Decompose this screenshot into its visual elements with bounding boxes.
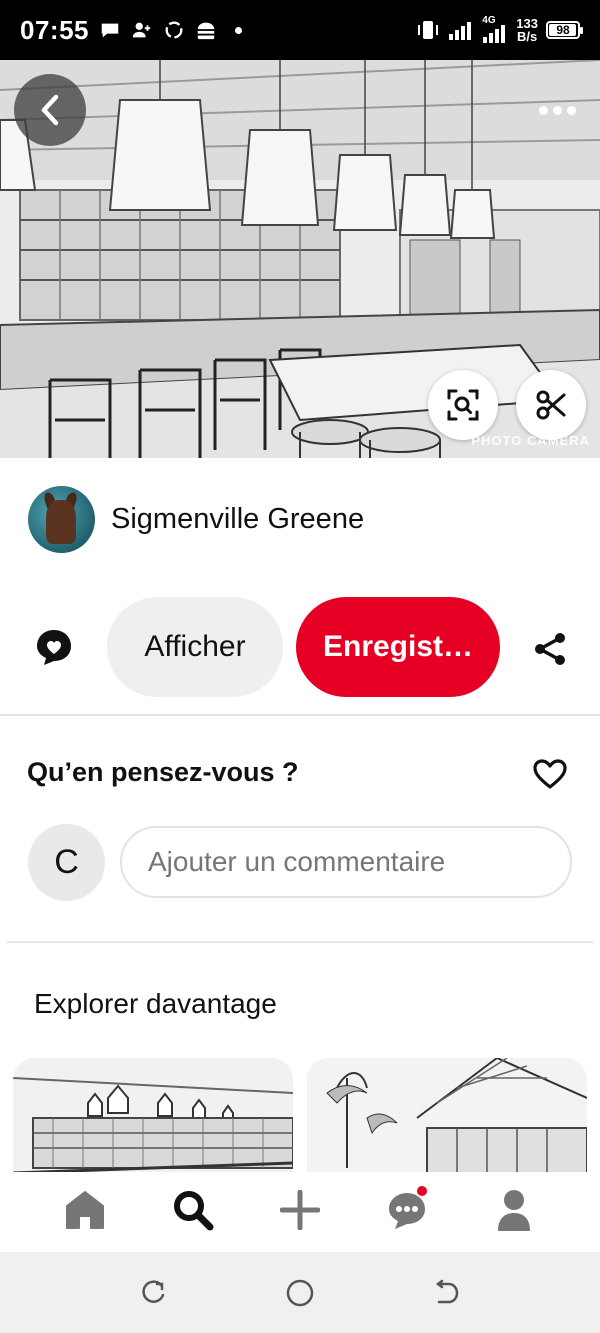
restaurant-sketch-image	[0, 60, 600, 458]
status-more-dot	[235, 26, 242, 34]
react-button[interactable]	[530, 754, 570, 794]
status-right-group: 4G 133 B/s 98	[416, 15, 583, 44]
pin-image[interactable]: PHOTO CAMERA	[0, 60, 600, 458]
more-dots-icon	[538, 105, 548, 115]
creator-avatar[interactable]	[28, 486, 95, 553]
comment-input[interactable]: Ajouter un commentaire	[120, 826, 572, 898]
chevron-left-icon	[41, 94, 59, 126]
sync-icon	[165, 21, 183, 39]
share-icon	[535, 633, 565, 665]
search-icon	[174, 1191, 214, 1231]
creator-name[interactable]: Sigmenville Greene	[111, 503, 364, 536]
status-notification-icons	[99, 19, 242, 41]
scissors-icon	[536, 390, 566, 420]
recent-apps-button[interactable]	[138, 1278, 168, 1308]
status-time: 07:55	[20, 14, 89, 45]
related-pin-image	[307, 1058, 587, 1172]
heart-icon	[533, 759, 567, 789]
add-contact-icon	[132, 22, 151, 38]
cutout-button[interactable]	[516, 370, 586, 440]
related-pin[interactable]	[307, 1058, 587, 1172]
view-button[interactable]: Afficher	[107, 597, 283, 697]
notification-dot	[417, 1186, 427, 1196]
signal-icon	[449, 22, 472, 40]
network-speed: 133 B/s	[516, 16, 538, 44]
pin-actions: Afficher Enregist…	[0, 597, 600, 697]
system-home-button[interactable]	[285, 1278, 315, 1308]
vibrate-icon	[418, 21, 439, 39]
nav-messages[interactable]	[383, 1186, 431, 1234]
signal-4g-icon: 4G	[482, 15, 508, 43]
plus-icon	[280, 1190, 320, 1230]
creator-profile[interactable]: Sigmenville Greene	[28, 486, 364, 553]
image-watermark: PHOTO CAMERA	[471, 433, 590, 448]
explore-heading: Explorer davantage	[34, 988, 277, 1019]
comment-bubble-icon	[37, 630, 71, 665]
more-options-button[interactable]	[532, 90, 582, 130]
visual-search-button[interactable]	[428, 370, 498, 440]
recent-apps-icon	[142, 1280, 165, 1303]
circle-home-icon	[286, 1279, 314, 1307]
battery-icon: 98	[546, 21, 583, 39]
related-pin[interactable]	[13, 1058, 293, 1172]
message-notification-icon	[101, 23, 119, 38]
nav-search[interactable]	[169, 1186, 217, 1234]
back-button[interactable]	[14, 74, 86, 146]
share-button[interactable]	[528, 627, 572, 671]
explore-grid	[0, 1058, 600, 1172]
back-arrow-icon	[435, 1279, 459, 1304]
nav-profile[interactable]	[490, 1186, 538, 1234]
section-divider	[0, 714, 600, 716]
section-divider-2	[7, 941, 593, 943]
bottom-navigation	[0, 1172, 600, 1252]
nav-create[interactable]	[276, 1186, 324, 1234]
comment-button[interactable]	[30, 623, 78, 671]
battery-level: 98	[556, 23, 570, 37]
user-avatar: C	[28, 824, 105, 901]
nav-home[interactable]	[61, 1186, 109, 1234]
home-icon	[66, 1191, 104, 1229]
burger-app-icon	[197, 22, 215, 40]
comments-heading: Qu’en pensez-vous ?	[27, 757, 299, 787]
system-back-button[interactable]	[432, 1278, 462, 1308]
visual-search-icon	[447, 389, 479, 421]
messages-icon	[389, 1193, 425, 1229]
profile-icon	[498, 1190, 530, 1231]
save-button[interactable]: Enregist…	[296, 597, 500, 697]
status-bar: 07:55 4G 133 B/s 98	[0, 0, 600, 60]
related-pin-image	[13, 1058, 293, 1172]
system-navigation-bar	[0, 1252, 600, 1333]
